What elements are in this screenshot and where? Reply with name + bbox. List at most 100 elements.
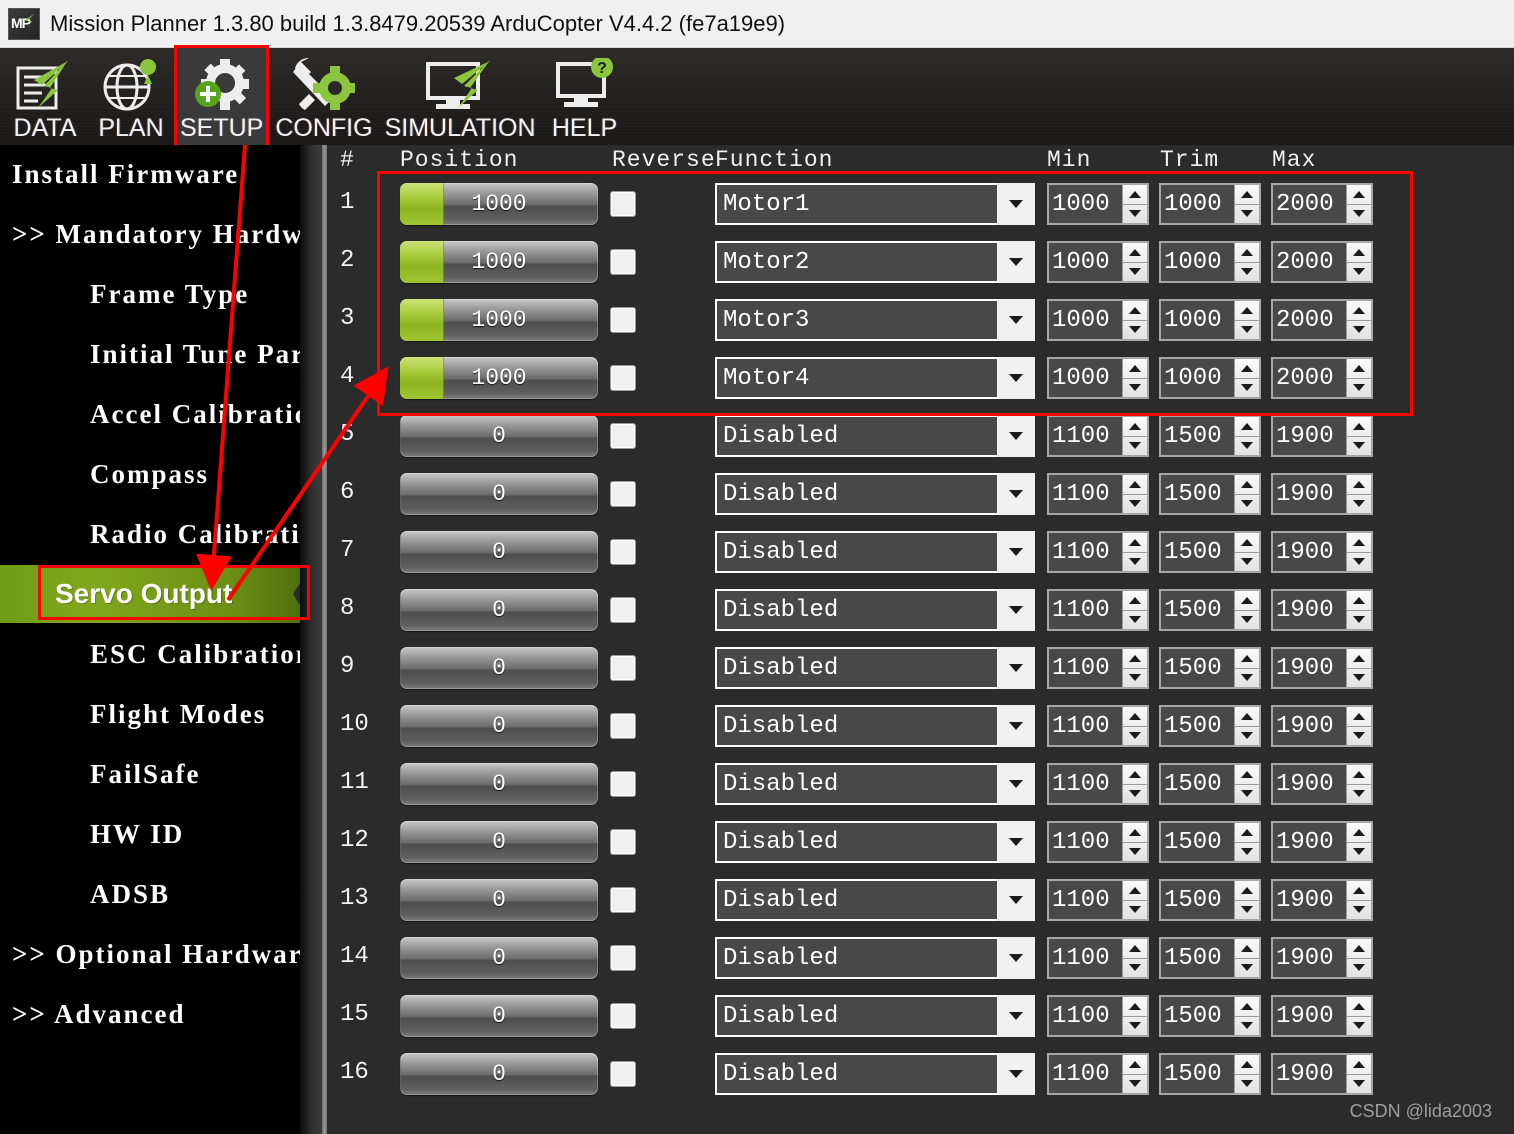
max-spinner-up[interactable] xyxy=(1347,649,1371,669)
chevron-down-icon[interactable] xyxy=(997,357,1035,399)
trim-spinner-down[interactable] xyxy=(1235,1017,1259,1036)
trim-spinner-buttons[interactable] xyxy=(1234,417,1259,455)
trim-spinner-down[interactable] xyxy=(1235,611,1259,630)
min-spinner-buttons[interactable] xyxy=(1122,475,1147,513)
min-spinner-up[interactable] xyxy=(1123,765,1147,785)
trim-spinner-up[interactable] xyxy=(1235,881,1259,901)
min-spinner[interactable]: 1100 xyxy=(1047,763,1149,805)
reverse-checkbox[interactable] xyxy=(610,307,636,333)
max-spinner-buttons[interactable] xyxy=(1346,243,1371,281)
trim-spinner-up[interactable] xyxy=(1235,765,1259,785)
trim-spinner-up[interactable] xyxy=(1235,591,1259,611)
min-spinner-buttons[interactable] xyxy=(1122,533,1147,571)
trim-spinner-buttons[interactable] xyxy=(1234,765,1259,803)
min-spinner[interactable]: 1100 xyxy=(1047,995,1149,1037)
trim-spinner-buttons[interactable] xyxy=(1234,939,1259,977)
max-spinner[interactable]: 1900 xyxy=(1271,763,1373,805)
function-dropdown[interactable]: Motor3 xyxy=(715,299,1035,341)
max-spinner-buttons[interactable] xyxy=(1346,707,1371,745)
trim-spinner-up[interactable] xyxy=(1235,707,1259,727)
min-spinner-down[interactable] xyxy=(1123,495,1147,514)
trim-spinner-down[interactable] xyxy=(1235,959,1259,978)
max-spinner-up[interactable] xyxy=(1347,475,1371,495)
min-spinner[interactable]: 1100 xyxy=(1047,879,1149,921)
trim-spinner-down[interactable] xyxy=(1235,495,1259,514)
max-spinner-up[interactable] xyxy=(1347,823,1371,843)
min-spinner-buttons[interactable] xyxy=(1122,1055,1147,1093)
max-spinner-down[interactable] xyxy=(1347,785,1371,804)
chevron-down-icon[interactable] xyxy=(997,241,1035,283)
trim-spinner[interactable]: 1000 xyxy=(1159,183,1261,225)
position-bar[interactable]: 1000 xyxy=(400,357,598,399)
max-spinner-buttons[interactable] xyxy=(1346,1055,1371,1093)
trim-spinner-down[interactable] xyxy=(1235,321,1259,340)
min-spinner-buttons[interactable] xyxy=(1122,301,1147,339)
reverse-checkbox[interactable] xyxy=(610,829,636,855)
min-spinner-up[interactable] xyxy=(1123,939,1147,959)
function-dropdown[interactable]: Disabled xyxy=(715,415,1035,457)
reverse-checkbox[interactable] xyxy=(610,597,636,623)
max-spinner-buttons[interactable] xyxy=(1346,649,1371,687)
max-spinner-down[interactable] xyxy=(1347,959,1371,978)
toolbar-item-setup[interactable]: SETUP xyxy=(174,45,270,149)
min-spinner[interactable]: 1000 xyxy=(1047,357,1149,399)
min-spinner-down[interactable] xyxy=(1123,843,1147,862)
function-dropdown[interactable]: Disabled xyxy=(715,705,1035,747)
max-spinner-down[interactable] xyxy=(1347,495,1371,514)
sidebar-item-mandatory-hardware[interactable]: >> Mandatory Hardware xyxy=(0,205,310,263)
trim-spinner-buttons[interactable] xyxy=(1234,1055,1259,1093)
sidebar-item-servo-output[interactable]: Servo Output xyxy=(0,565,310,623)
sidebar-item-flight-modes[interactable]: Flight Modes xyxy=(0,685,310,743)
chevron-down-icon[interactable] xyxy=(997,705,1035,747)
trim-spinner-down[interactable] xyxy=(1235,205,1259,224)
function-dropdown[interactable]: Disabled xyxy=(715,879,1035,921)
max-spinner-buttons[interactable] xyxy=(1346,591,1371,629)
function-dropdown[interactable]: Disabled xyxy=(715,647,1035,689)
min-spinner-down[interactable] xyxy=(1123,1017,1147,1036)
max-spinner-up[interactable] xyxy=(1347,939,1371,959)
min-spinner-down[interactable] xyxy=(1123,727,1147,746)
position-bar[interactable]: 0 xyxy=(400,821,598,863)
trim-spinner-buttons[interactable] xyxy=(1234,997,1259,1035)
max-spinner[interactable]: 2000 xyxy=(1271,183,1373,225)
min-spinner-up[interactable] xyxy=(1123,591,1147,611)
min-spinner-up[interactable] xyxy=(1123,475,1147,495)
trim-spinner[interactable]: 1500 xyxy=(1159,1053,1261,1095)
min-spinner[interactable]: 1100 xyxy=(1047,647,1149,689)
max-spinner[interactable]: 1900 xyxy=(1271,473,1373,515)
max-spinner-down[interactable] xyxy=(1347,901,1371,920)
reverse-checkbox[interactable] xyxy=(610,1061,636,1087)
min-spinner-up[interactable] xyxy=(1123,417,1147,437)
trim-spinner-up[interactable] xyxy=(1235,243,1259,263)
max-spinner-buttons[interactable] xyxy=(1346,417,1371,455)
min-spinner-up[interactable] xyxy=(1123,533,1147,553)
function-dropdown[interactable]: Disabled xyxy=(715,1053,1035,1095)
min-spinner[interactable]: 1100 xyxy=(1047,821,1149,863)
trim-spinner-down[interactable] xyxy=(1235,379,1259,398)
position-bar[interactable]: 0 xyxy=(400,763,598,805)
min-spinner[interactable]: 1100 xyxy=(1047,473,1149,515)
trim-spinner-buttons[interactable] xyxy=(1234,881,1259,919)
min-spinner[interactable]: 1000 xyxy=(1047,183,1149,225)
position-bar[interactable]: 1000 xyxy=(400,183,598,225)
max-spinner[interactable]: 2000 xyxy=(1271,357,1373,399)
max-spinner[interactable]: 1900 xyxy=(1271,995,1373,1037)
max-spinner-down[interactable] xyxy=(1347,437,1371,456)
min-spinner-buttons[interactable] xyxy=(1122,591,1147,629)
max-spinner-up[interactable] xyxy=(1347,707,1371,727)
max-spinner[interactable]: 1900 xyxy=(1271,879,1373,921)
chevron-down-icon[interactable] xyxy=(997,647,1035,689)
chevron-down-icon[interactable] xyxy=(997,763,1035,805)
function-dropdown[interactable]: Motor1 xyxy=(715,183,1035,225)
sidebar-item-install-firmware[interactable]: Install Firmware xyxy=(0,145,310,203)
function-dropdown[interactable]: Motor4 xyxy=(715,357,1035,399)
function-dropdown[interactable]: Disabled xyxy=(715,995,1035,1037)
chevron-down-icon[interactable] xyxy=(997,183,1035,225)
min-spinner-buttons[interactable] xyxy=(1122,359,1147,397)
function-dropdown[interactable]: Motor2 xyxy=(715,241,1035,283)
min-spinner[interactable]: 1000 xyxy=(1047,241,1149,283)
reverse-checkbox[interactable] xyxy=(610,713,636,739)
max-spinner[interactable]: 1900 xyxy=(1271,1053,1373,1095)
max-spinner-up[interactable] xyxy=(1347,1055,1371,1075)
trim-spinner-buttons[interactable] xyxy=(1234,707,1259,745)
